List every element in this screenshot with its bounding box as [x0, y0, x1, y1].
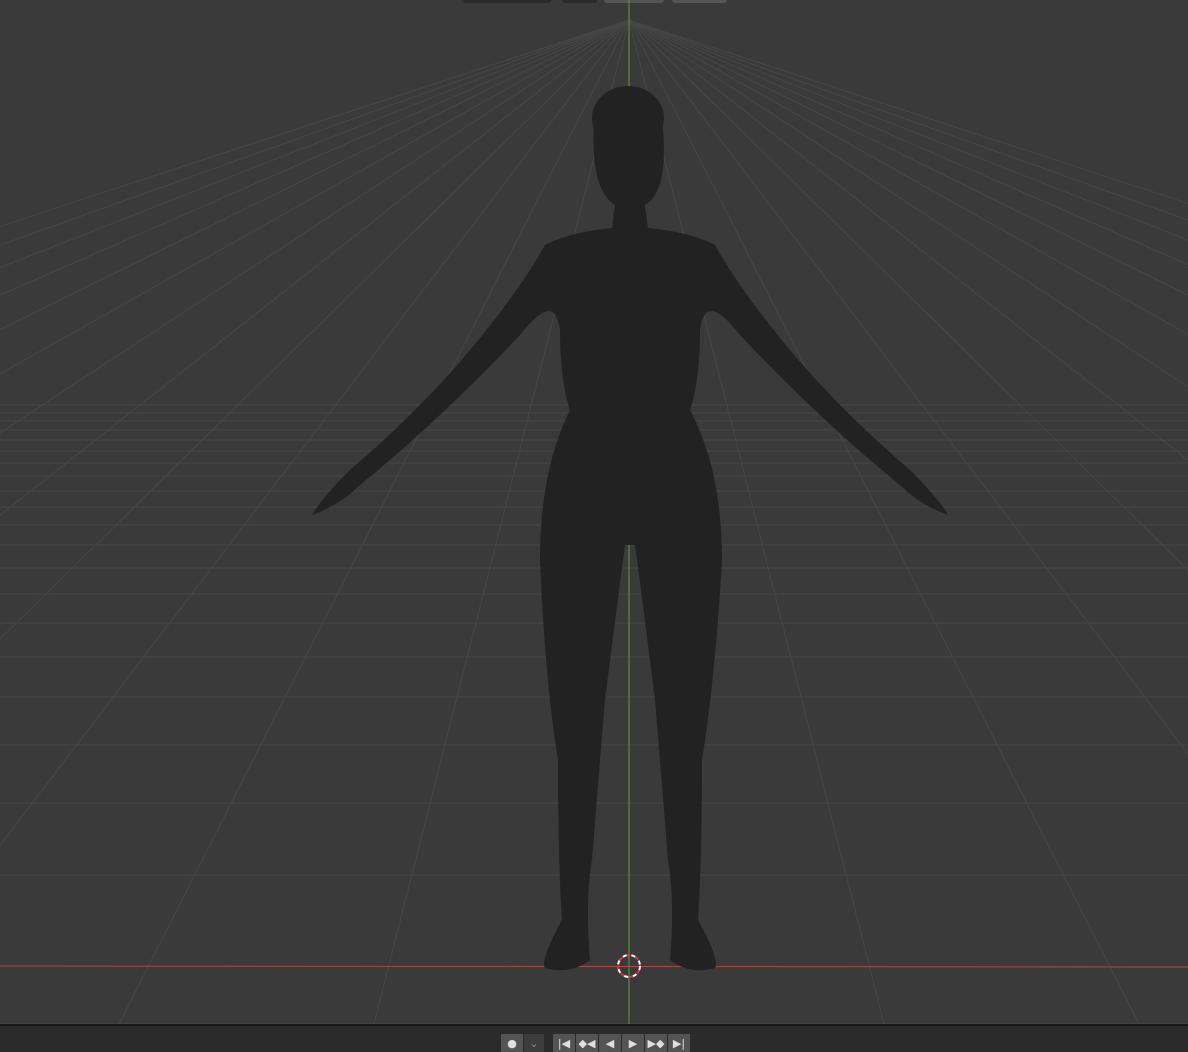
- grid-line: [0, 19, 630, 331]
- grid-line: [0, 19, 630, 296]
- jump-start-icon: |◀: [557, 1036, 571, 1050]
- keying-dropdown[interactable]: ⌄: [524, 1034, 544, 1052]
- play-reverse-icon: ◀: [605, 1036, 615, 1050]
- timeline-playback-bar: ● ⌄ |◀ ◆◀ ◀ ▶ ▶◆ ▶|: [0, 1024, 1188, 1052]
- jump-end-icon: ▶|: [672, 1036, 686, 1050]
- record-button[interactable]: ●: [501, 1034, 523, 1052]
- grid-line: [0, 19, 630, 246]
- jump-end-button[interactable]: ▶|: [668, 1034, 690, 1052]
- record-icon: ●: [507, 1036, 517, 1050]
- human-mesh[interactable]: [312, 86, 948, 971]
- grid-line: [0, 19, 630, 640]
- chevron-down-icon: ⌄: [529, 1036, 539, 1050]
- next-keyframe-button[interactable]: ▶◆: [645, 1034, 667, 1052]
- grid-line: [0, 19, 630, 375]
- x-axis-line: [0, 965, 1188, 968]
- 3d-viewport[interactable]: [0, 0, 1188, 1024]
- grid-line: [0, 19, 630, 516]
- play-button[interactable]: ▶: [622, 1034, 644, 1052]
- grid-line: [0, 19, 630, 434]
- jump-start-button[interactable]: |◀: [553, 1034, 575, 1052]
- play-reverse-button[interactable]: ◀: [599, 1034, 621, 1052]
- grid-line: [0, 19, 630, 227]
- play-icon: ▶: [628, 1036, 638, 1050]
- grid-line: [0, 19, 630, 847]
- grid-line: [0, 19, 630, 269]
- prev-keyframe-icon: ◆◀: [578, 1036, 596, 1050]
- next-keyframe-icon: ▶◆: [647, 1036, 665, 1050]
- viewport-canvas: [0, 0, 1188, 1024]
- prev-keyframe-button[interactable]: ◆◀: [576, 1034, 598, 1052]
